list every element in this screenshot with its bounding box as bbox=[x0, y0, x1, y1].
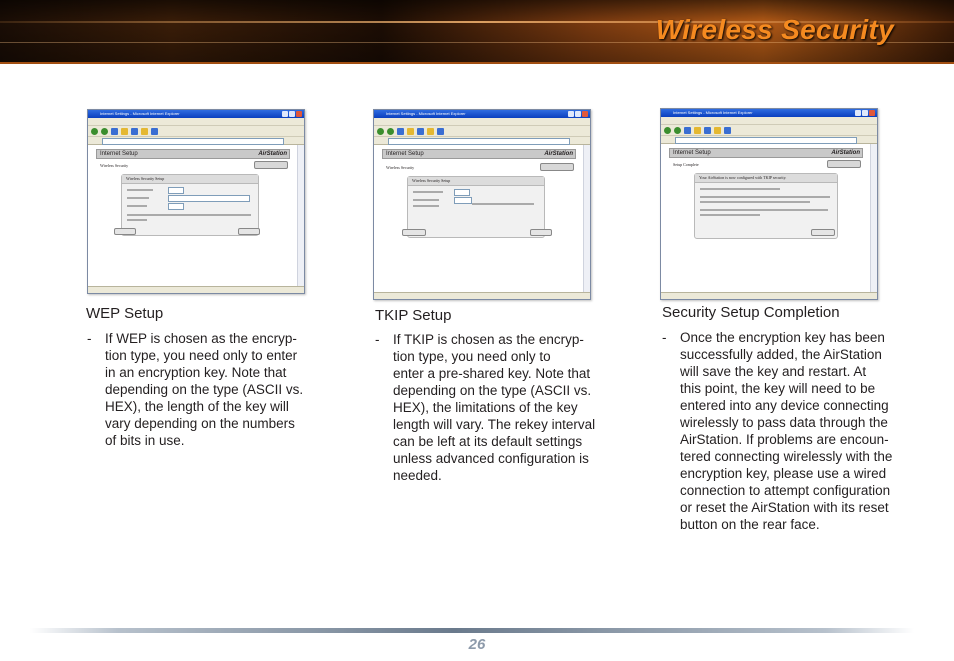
footer-rule bbox=[30, 628, 914, 633]
page-body: Internet Setup AirStation Wireless Securi… bbox=[374, 145, 590, 299]
description-line: If WEP is chosen as the encryp- bbox=[105, 331, 297, 346]
description-line: or reset the AirStation with its reset bbox=[680, 500, 889, 515]
setup-panel: Your AirStation is now configured with T… bbox=[694, 173, 838, 239]
menu-bar bbox=[88, 118, 304, 126]
page-number: 26 bbox=[468, 636, 486, 653]
back-button bbox=[402, 229, 426, 236]
screen-subtitle: Wireless Security bbox=[100, 163, 129, 168]
help-button bbox=[827, 160, 861, 168]
panel-title: Wireless Security Setup bbox=[122, 175, 258, 184]
header-banner: Wireless Security bbox=[0, 0, 954, 64]
section-bar: Internet Setup AirStation bbox=[382, 149, 576, 159]
scrollbar bbox=[870, 144, 877, 299]
description-lines: Once the encryption key has been successf… bbox=[680, 329, 892, 533]
address-bar bbox=[88, 137, 304, 145]
description-line: vary depending on the numbers bbox=[105, 416, 295, 431]
next-button bbox=[238, 228, 260, 235]
screen-subtitle: Setup Complete bbox=[673, 162, 699, 167]
description-line: successfully added, the AirStation bbox=[680, 347, 882, 362]
section-bar: Internet Setup AirStation bbox=[96, 149, 290, 159]
toolbar bbox=[88, 126, 304, 137]
description-line: tion type, you need only to enter bbox=[105, 348, 298, 363]
status-bar bbox=[661, 292, 877, 299]
description-line: tered connecting wirelessly with the bbox=[680, 449, 893, 464]
description-line: needed. bbox=[393, 468, 442, 483]
section-description-wep: - If WEP is chosen as the encryp-tion ty… bbox=[87, 330, 304, 449]
description-line: of bits in use. bbox=[105, 433, 185, 448]
section-caption-completion: Security Setup Completion bbox=[662, 304, 840, 321]
page-body: Internet Setup AirStation Setup Complete … bbox=[661, 144, 877, 299]
description-line: Once the encryption key has been bbox=[680, 330, 885, 345]
home-button bbox=[811, 229, 835, 236]
help-button bbox=[254, 161, 288, 169]
page-body: Internet Setup AirStation Wireless Securi… bbox=[88, 145, 304, 293]
status-bar bbox=[374, 292, 590, 299]
setup-complete-screenshot: Internet Settings - Microsoft Internet E… bbox=[660, 108, 878, 300]
page-title: Wireless Security bbox=[655, 14, 894, 45]
setup-panel: Wireless Security Setup bbox=[114, 174, 260, 236]
menu-bar bbox=[661, 117, 877, 125]
toolbar bbox=[661, 125, 877, 136]
description-line: HEX), the limitations of the key bbox=[393, 400, 578, 415]
window-titlebar: Internet Settings - Microsoft Internet E… bbox=[661, 109, 877, 117]
scrollbar bbox=[297, 145, 304, 293]
section-bar: Internet Setup AirStation bbox=[669, 148, 863, 158]
section-caption-wep: WEP Setup bbox=[86, 305, 164, 322]
description-line: can be left at its default settings bbox=[393, 434, 583, 449]
description-line: enter a pre-shared key. Note that bbox=[393, 366, 591, 381]
description-line: length will vary. The rekey interval bbox=[393, 417, 596, 432]
header-stripe bbox=[0, 62, 954, 64]
menu-bar bbox=[374, 118, 590, 126]
description-line: tion type, you need only to bbox=[393, 349, 551, 364]
description-line: button on the rear face. bbox=[680, 517, 820, 532]
panel-title: Wireless Security Setup bbox=[408, 177, 544, 186]
description-lines: If WEP is chosen as the encryp-tion type… bbox=[105, 330, 303, 449]
description-line: HEX), the length of the key will bbox=[105, 399, 289, 414]
description-line: will save the key and restart. At bbox=[680, 364, 867, 379]
description-line: encryption key, please use a wired bbox=[680, 466, 887, 481]
description-line: entered into any device connecting bbox=[680, 398, 889, 413]
help-button bbox=[540, 163, 574, 171]
description-line: wirelessly to pass data through the bbox=[680, 415, 888, 430]
address-bar bbox=[661, 136, 877, 144]
address-bar bbox=[374, 137, 590, 145]
scrollbar bbox=[583, 145, 590, 299]
next-button bbox=[530, 229, 552, 236]
window-titlebar: Internet Settings - Microsoft Internet E… bbox=[374, 110, 590, 118]
description-line: this point, the key will need to be bbox=[680, 381, 876, 396]
panel-title: Your AirStation is now configured with T… bbox=[695, 174, 837, 183]
section-description-completion: - Once the encryption key has been succes… bbox=[662, 329, 893, 533]
window-titlebar: Internet Settings - Microsoft Internet E… bbox=[88, 110, 304, 118]
tkip-setup-screenshot: Internet Settings - Microsoft Internet E… bbox=[373, 109, 591, 300]
description-line: depending on the type (ASCII vs. bbox=[105, 382, 304, 397]
description-line: in an encryption key. Note that bbox=[105, 365, 287, 380]
wep-setup-screenshot: Internet Settings - Microsoft Internet E… bbox=[87, 109, 305, 294]
description-line: connection to attempt configuration bbox=[680, 483, 891, 498]
setup-panel: Wireless Security Setup bbox=[402, 176, 552, 238]
back-button bbox=[114, 228, 136, 235]
description-line: If TKIP is chosen as the encryp- bbox=[393, 332, 584, 347]
toolbar bbox=[374, 126, 590, 137]
section-caption-tkip: TKIP Setup bbox=[375, 307, 452, 324]
screen-subtitle: Wireless Security bbox=[386, 165, 415, 170]
description-line: unless advanced configuration is bbox=[393, 451, 589, 466]
section-description-tkip: - If TKIP is chosen as the encryp-tion t… bbox=[375, 331, 596, 484]
description-lines: If TKIP is chosen as the encryp-tion typ… bbox=[393, 331, 595, 484]
description-line: depending on the type (ASCII vs. bbox=[393, 383, 592, 398]
description-line: AirStation. If problems are encoun- bbox=[680, 432, 889, 447]
status-bar bbox=[88, 286, 304, 293]
